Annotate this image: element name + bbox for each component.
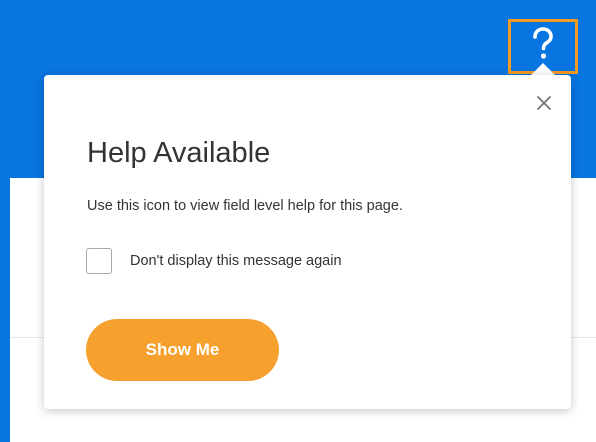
popover-message: Use this icon to view field level help f…: [87, 198, 403, 214]
dont-display-again-option[interactable]: Don't display this message again: [86, 248, 342, 274]
popover-title: Help Available: [87, 137, 271, 169]
dont-display-again-label: Don't display this message again: [130, 253, 342, 269]
popover-arrow: [531, 63, 555, 75]
close-button[interactable]: [532, 91, 556, 115]
show-me-button[interactable]: Show Me: [86, 319, 279, 381]
page-left-edge: [0, 0, 10, 442]
question-mark-icon: [533, 27, 553, 59]
close-icon: [537, 96, 551, 110]
help-popover: Help Available Use this icon to view fie…: [44, 75, 571, 409]
dont-display-again-checkbox[interactable]: [86, 248, 112, 274]
